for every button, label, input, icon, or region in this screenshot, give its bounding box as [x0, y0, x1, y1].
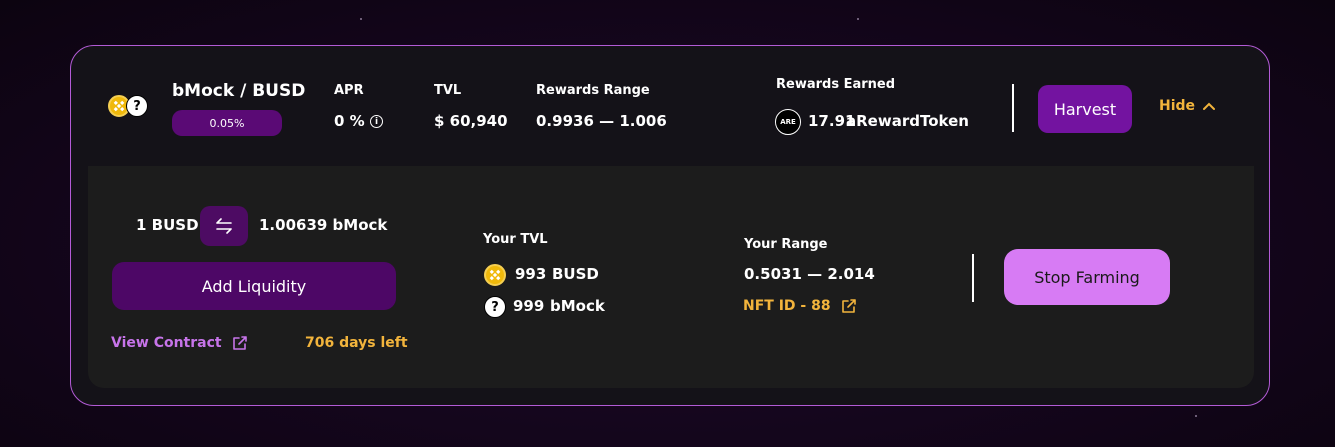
your-tvl-label: Your TVL [483, 232, 548, 247]
rate-left: 1 BUSD [136, 216, 199, 234]
farm-card-header: ? bMock / BUSD 0.05% APR 0 % i TVL $ 60,… [71, 46, 1269, 166]
header-divider [1012, 84, 1014, 132]
your-range-value: 0.5031 — 2.014 [744, 265, 875, 283]
tvl-bmock-symbol: bMock [550, 297, 605, 315]
tvl-value: $ 60,940 [434, 112, 508, 130]
external-link-icon [232, 336, 247, 350]
busd-token-icon [484, 264, 506, 286]
tvl-bmock-amount: 999 [513, 297, 545, 315]
rewards-range-value: 0.9936 — 1.006 [536, 112, 667, 130]
chevron-up-icon [1203, 102, 1216, 110]
pair-name: bMock / BUSD [172, 81, 306, 101]
background-star [857, 18, 859, 20]
farm-card: ? bMock / BUSD 0.05% APR 0 % i TVL $ 60,… [70, 45, 1270, 406]
nft-id-label: NFT ID - 88 [743, 298, 831, 314]
apr-value: 0 % [334, 112, 365, 130]
rewards-range-label: Rewards Range [536, 83, 650, 98]
add-liquidity-button[interactable]: Add Liquidity [112, 262, 396, 310]
view-contract-label: View Contract [111, 335, 222, 351]
external-link-icon [841, 299, 856, 313]
view-contract-link[interactable]: View Contract [111, 335, 248, 351]
days-left: 706 days left [305, 335, 408, 351]
background-star [360, 18, 362, 20]
tvl-busd-symbol: BUSD [552, 265, 599, 283]
background-star [1195, 415, 1197, 417]
apr-label: APR [334, 83, 364, 98]
reward-token-icon: ARE [775, 109, 801, 135]
hide-toggle[interactable]: Hide [1159, 98, 1216, 114]
fee-tier-badge: 0.05% [172, 110, 282, 136]
bmock-token-icon: ? [484, 296, 506, 318]
harvest-button[interactable]: Harvest [1038, 85, 1132, 133]
rewards-earned-label: Rewards Earned [776, 77, 896, 92]
nft-id-link[interactable]: NFT ID - 88 [743, 298, 857, 314]
your-range-label: Your Range [744, 237, 828, 252]
info-icon[interactable]: i [370, 115, 383, 128]
rate-right: 1.00639 bMock [259, 216, 388, 234]
stop-farming-button[interactable]: Stop Farming [1004, 249, 1170, 305]
tvl-busd-amount: 993 [515, 265, 547, 283]
details-divider [972, 254, 974, 302]
hide-label: Hide [1159, 98, 1196, 114]
reward-token-name: aRewardToken [846, 112, 969, 130]
farm-details-panel: 1 BUSD 1.00639 bMock Add Liquidity View … [88, 166, 1254, 388]
swap-arrows-icon [216, 218, 232, 234]
tvl-label: TVL [434, 83, 462, 98]
bmock-token-icon: ? [126, 95, 148, 117]
swap-rate-button[interactable] [200, 206, 248, 246]
